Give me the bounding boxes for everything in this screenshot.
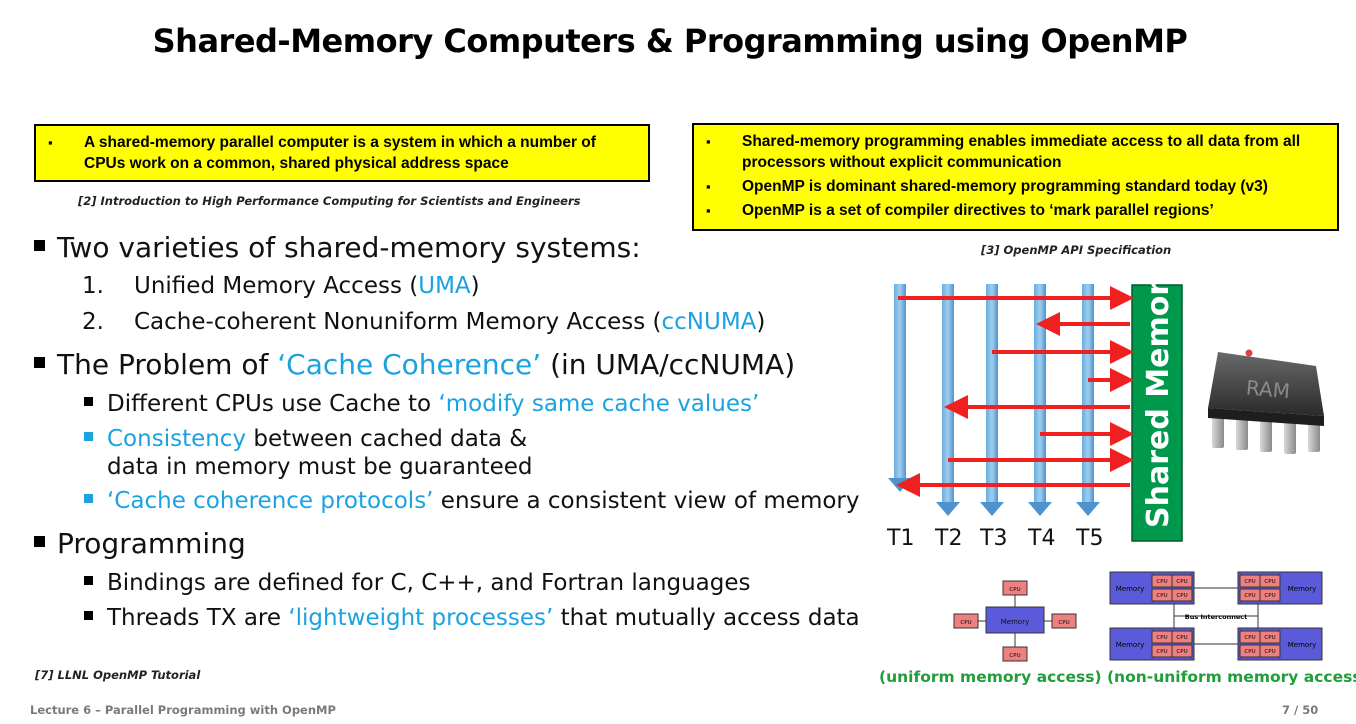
uma-cpu-label: CPU (1009, 653, 1020, 659)
svg-text:CPU: CPU (1176, 593, 1187, 599)
sub-bullet-protocols: ‘Cache coherence protocols’ ensure a con… (84, 487, 860, 515)
sub-bullet-cache: Different CPUs use Cache to ‘modify same… (84, 390, 759, 418)
svg-text:CPU: CPU (1264, 579, 1275, 585)
openmp-fact-item: OpenMP is a set of compiler directives t… (694, 200, 1331, 221)
thread-label: T4 (1027, 526, 1055, 551)
access-arrows (896, 286, 1134, 497)
thread-label: T3 (979, 526, 1007, 551)
svg-text:CPU: CPU (1156, 649, 1167, 655)
numa-memory-label: Memory (1288, 641, 1316, 649)
definition-box: A shared-memory parallel computer is a s… (34, 124, 650, 182)
bus-interconnect-label: Bus Interconnect (1185, 613, 1247, 621)
svg-text:CPU: CPU (1156, 579, 1167, 585)
definition-item: A shared-memory parallel computer is a s… (36, 132, 638, 174)
numa-caption: (non-uniform memory access) (1106, 668, 1356, 686)
variety-uma: 1. Unified Memory Access (UMA) (82, 273, 480, 299)
svg-text:CPU: CPU (1156, 635, 1167, 641)
svg-text:CPU: CPU (1244, 593, 1255, 599)
bullet-square-icon (34, 356, 45, 368)
footer-lecture-title: Lecture 6 – Parallel Programming with Op… (30, 703, 336, 717)
bullet-square-icon (84, 432, 93, 441)
thread-label: T2 (934, 526, 962, 551)
slide-title: Shared-Memory Computers & Programming us… (152, 22, 1188, 60)
bullet-square-icon (84, 397, 93, 406)
thread-lines (888, 284, 1100, 516)
numa-memory-label: Memory (1288, 585, 1316, 593)
thread-label: T5 (1075, 526, 1103, 551)
bullet-varieties: Two varieties of shared-memory systems: (34, 231, 641, 264)
uma-cpu-label: CPU (1058, 620, 1069, 626)
numa-memory-label: Memory (1116, 641, 1144, 649)
svg-text:CPU: CPU (1244, 635, 1255, 641)
bullet-cache-coherence: The Problem of ‘Cache Coherence’ (in UMA… (34, 348, 795, 381)
page-number: 7 / 50 (1282, 703, 1319, 717)
thread-line-t4 (1028, 284, 1052, 516)
svg-text:CPU: CPU (1264, 593, 1275, 599)
uma-memory-label: Memory (1001, 618, 1029, 626)
sub-bullet-threads: Threads TX are ‘lightweight processes’ t… (84, 604, 860, 632)
bullet-square-icon (84, 611, 93, 620)
sub-bullet-consistency: Consistency between cached data & data i… (84, 425, 532, 481)
variety-ccnuma: 2. Cache-coherent Nonuniform Memory Acces… (82, 309, 766, 335)
thread-line-t2 (936, 284, 960, 516)
memory-access-captions: (uniform memory access) (non-uniform mem… (879, 668, 1356, 686)
shared-memory-label: Shared Memory (1141, 280, 1176, 528)
svg-text:CPU: CPU (1176, 579, 1187, 585)
svg-text:CPU: CPU (1176, 635, 1187, 641)
openmp-facts-box: Shared-memory programming enables immedi… (692, 123, 1339, 231)
reference-llnl: [7] LLNL OpenMP Tutorial (35, 668, 201, 682)
svg-text:CPU: CPU (1244, 649, 1255, 655)
thread-line-t3 (980, 284, 1004, 516)
bullet-square-icon (84, 576, 93, 585)
bullet-square-icon (84, 494, 93, 503)
reference-openmp-spec: [3] OpenMP API Specification (981, 243, 1172, 257)
svg-text:CPU: CPU (1264, 649, 1275, 655)
svg-text:CPU: CPU (1264, 635, 1275, 641)
bullet-square-icon (34, 239, 45, 251)
uma-caption: (uniform memory access) (879, 668, 1102, 686)
reference-hpc-book: [2] Introduction to High Performance Com… (78, 194, 581, 208)
ram-chip-icon: RAM (1208, 349, 1324, 454)
thread-labels: T1 T2 T3 T4 T5 (886, 526, 1103, 551)
openmp-fact-item: OpenMP is dominant shared-memory program… (694, 176, 1331, 197)
bullet-programming: Programming (34, 527, 246, 560)
uma-cpu-label: CPU (1009, 587, 1020, 593)
bullet-square-icon (34, 535, 45, 547)
shared-memory-diagram: Shared Memory T1 T2 T3 T4 T5 (886, 280, 1183, 551)
thread-label: T1 (886, 526, 914, 551)
uma-cpu-label: CPU (960, 620, 971, 626)
uma-diagram: Memory CPU CPU CPU CPU (953, 580, 1077, 662)
svg-text:CPU: CPU (1244, 579, 1255, 585)
sub-bullet-bindings: Bindings are defined for C, C++, and For… (84, 569, 750, 597)
numa-memory-label: Memory (1116, 585, 1144, 593)
svg-text:CPU: CPU (1156, 593, 1167, 599)
thread-line-t5 (1076, 284, 1100, 516)
thread-line-t1 (888, 284, 912, 492)
openmp-fact-item: Shared-memory programming enables immedi… (694, 131, 1331, 173)
ram-label: RAM (1245, 375, 1291, 403)
numa-diagram: Bus Interconnect Memory CPU CPU CPU CPU … (1109, 571, 1323, 661)
svg-text:CPU: CPU (1176, 649, 1187, 655)
